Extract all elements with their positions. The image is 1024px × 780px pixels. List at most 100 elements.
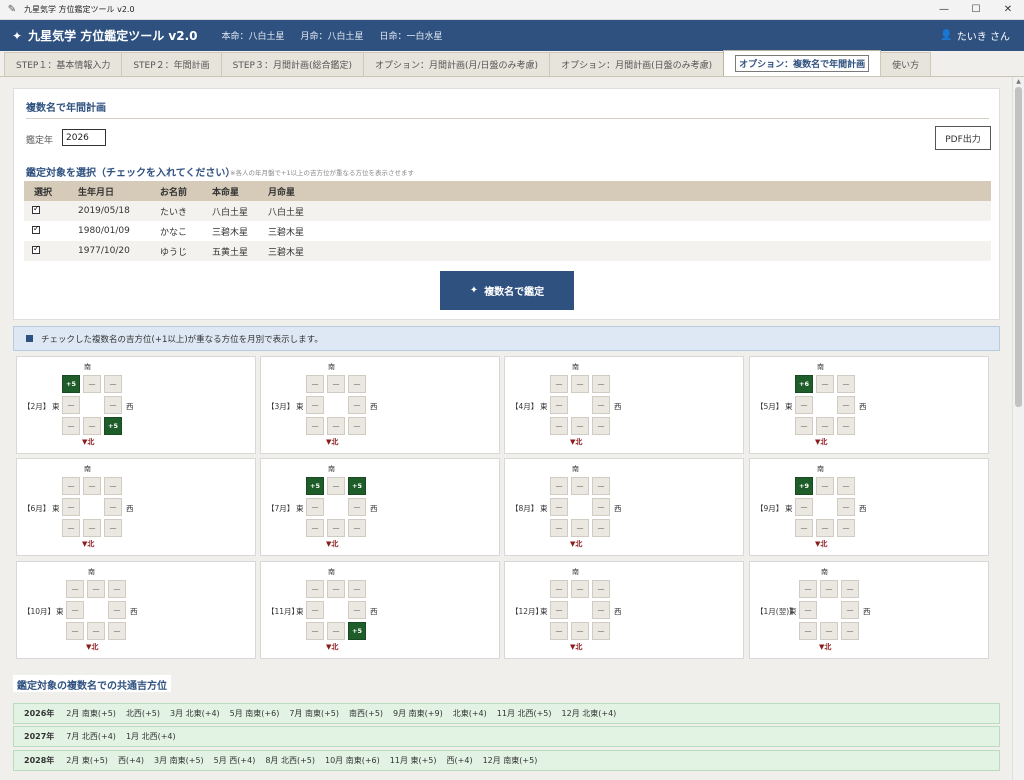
col-getsumei: 月命星 — [268, 187, 296, 198]
cell-getsumei: 三碧木星 — [268, 227, 305, 238]
center-cell — [87, 601, 105, 619]
west-label: 西 — [859, 402, 867, 411]
direction-cell-w: — — [592, 498, 610, 516]
minimize-button[interactable]: — — [928, 0, 960, 20]
direction-cell-s: — — [571, 375, 589, 393]
direction-cell-se: +5 — [306, 477, 324, 495]
east-label: 東 — [296, 607, 304, 616]
center-cell — [83, 396, 101, 414]
west-label: 西 — [370, 607, 378, 616]
east-label: 東 — [540, 402, 548, 411]
month-card: 南【6月】東西 — — — — — — — — ▼北 — [16, 458, 256, 556]
tab-option-month-getsu[interactable]: オプション：月間計画(月/日盤のみ考慮) — [363, 52, 551, 76]
direction-cell-ne: — — [795, 519, 813, 537]
tab-option-multi[interactable]: オプション：複数名で年間計画 — [723, 50, 882, 76]
common-direction: 9月 南東(+9) — [393, 709, 443, 718]
direction-cell-w: — — [108, 601, 126, 619]
tab-step3[interactable]: STEP３：月間計画(総合鑑定) — [220, 52, 365, 76]
north-label: ▼北 — [82, 540, 95, 548]
south-label: 南 — [328, 568, 335, 576]
direction-cell-sw: — — [592, 580, 610, 598]
sparkle-icon: ✦ — [469, 285, 479, 296]
direction-cell-n: — — [571, 622, 589, 640]
common-title: 鑑定対象の複数名での共通吉方位 — [13, 675, 171, 692]
cell-name: たいき — [160, 207, 188, 218]
cell-getsumei: 三碧木星 — [268, 247, 305, 258]
table-row[interactable]: 2019/05/18 たいき 八白土星 八白土星 — [24, 201, 991, 221]
common-direction: 2月 東(+5) — [66, 756, 108, 765]
direction-cell-ne: — — [795, 417, 813, 435]
app-feather-icon: ✎ — [7, 3, 17, 15]
vertical-scrollbar[interactable]: ▲ — [1012, 77, 1024, 780]
scroll-thumb[interactable] — [1015, 87, 1022, 407]
direction-cell-nw: — — [108, 622, 126, 640]
east-label: 東 — [540, 607, 548, 616]
north-label: ▼北 — [86, 643, 99, 651]
direction-cell-s: — — [327, 477, 345, 495]
cell-honmei: 三碧木星 — [212, 227, 249, 238]
east-label: 東 — [52, 402, 60, 411]
direction-cell-s: — — [83, 477, 101, 495]
window-title: 九星気学 方位鑑定ツール v2.0 — [24, 5, 135, 14]
direction-cell-w: — — [592, 396, 610, 414]
tab-step1[interactable]: STEP１：基本情報入力 — [4, 52, 123, 76]
select-note: ※各人の年月盤で+1以上の吉方位が重なる方位を表示させます — [230, 169, 415, 177]
direction-cell-s: — — [327, 580, 345, 598]
direction-cell-n: — — [571, 417, 589, 435]
run-multi-label: 複数名で鑑定 — [484, 287, 545, 298]
west-label: 西 — [126, 402, 134, 411]
square-bullet-icon — [26, 335, 33, 342]
south-label: 南 — [88, 568, 95, 576]
direction-cell-nw: — — [592, 622, 610, 640]
direction-cell-w: — — [592, 601, 610, 619]
tab-option-month-nichi[interactable]: オプション：月間計画(日盤のみ考慮) — [549, 52, 725, 76]
table-row[interactable]: 1977/10/20 ゆうじ 五黄土星 三碧木星 — [24, 241, 991, 261]
direction-cell-e: — — [550, 396, 568, 414]
tab-usage[interactable]: 使い方 — [880, 52, 932, 76]
direction-cell-w: — — [841, 601, 859, 619]
direction-cell-se: — — [306, 580, 324, 598]
south-label: 南 — [572, 363, 579, 371]
direction-cell-n: — — [571, 519, 589, 537]
pdf-export-button[interactable]: PDF出力 — [935, 126, 991, 150]
tab-step2[interactable]: STEP２：年間計画 — [121, 52, 222, 76]
direction-cell-e: — — [62, 498, 80, 516]
east-label: 東 — [296, 402, 304, 411]
cell-getsumei: 八白土星 — [268, 207, 305, 218]
info-text: チェックした複数名の吉方位(+1以上)が重なる方位を月別で表示します。 — [41, 334, 323, 345]
north-label: ▼北 — [326, 438, 339, 446]
direction-cell-s: — — [820, 580, 838, 598]
cell-honmei: 五黄土星 — [212, 247, 249, 258]
close-button[interactable]: ✕ — [992, 0, 1024, 20]
direction-cell-n: — — [816, 417, 834, 435]
selection-panel: 複数名で年間計画 鑑定年 PDF出力 鑑定対象を選択（チェックを入れてください）… — [13, 88, 1000, 320]
row-checkbox[interactable] — [32, 244, 40, 254]
row-checkbox[interactable] — [32, 224, 40, 234]
common-row: 2026年 2月 南東(+5) 北西(+5) 3月 北東(+4) 5月 南東(+6) 7月… — [13, 703, 1000, 724]
scroll-up-icon[interactable]: ▲ — [1013, 77, 1024, 87]
user-stars: 本命：八白土星 月命：八白土星 日命：一白水星 — [222, 29, 443, 42]
center-cell — [571, 498, 589, 516]
user-menu[interactable]: 👤 たいき さん — [940, 20, 1010, 51]
month-label: 【10月】 — [23, 607, 56, 616]
table-row[interactable]: 1980/01/09 かなこ 三碧木星 三碧木星 — [24, 221, 991, 241]
direction-cell-n: — — [83, 519, 101, 537]
run-multi-button[interactable]: ✦ 複数名で鑑定 — [440, 271, 574, 310]
month-card: 南【12月】東西 — — — — — — — — ▼北 — [504, 561, 744, 659]
month-label: 【6月】 — [23, 504, 51, 513]
direction-cell-nw: — — [837, 417, 855, 435]
south-label: 南 — [821, 568, 828, 576]
direction-cell-e: — — [795, 498, 813, 516]
common-year: 2027年 — [24, 732, 55, 741]
year-input[interactable] — [62, 129, 106, 146]
direction-cell-ne: — — [306, 417, 324, 435]
maximize-button[interactable]: ☐ — [960, 0, 992, 20]
month-grid: 南【2月】東西 +5— — — — — — +5 ▼北南【3月】東西 — — — — — — — — ▼北南【4月… — [16, 356, 998, 659]
center-cell — [571, 396, 589, 414]
direction-cell-sw: — — [108, 580, 126, 598]
north-label: ▼北 — [815, 540, 828, 548]
direction-cell-se: — — [306, 375, 324, 393]
row-checkbox[interactable] — [32, 204, 40, 214]
direction-cell-n: — — [327, 417, 345, 435]
month-label: 【9月】 — [756, 504, 784, 513]
